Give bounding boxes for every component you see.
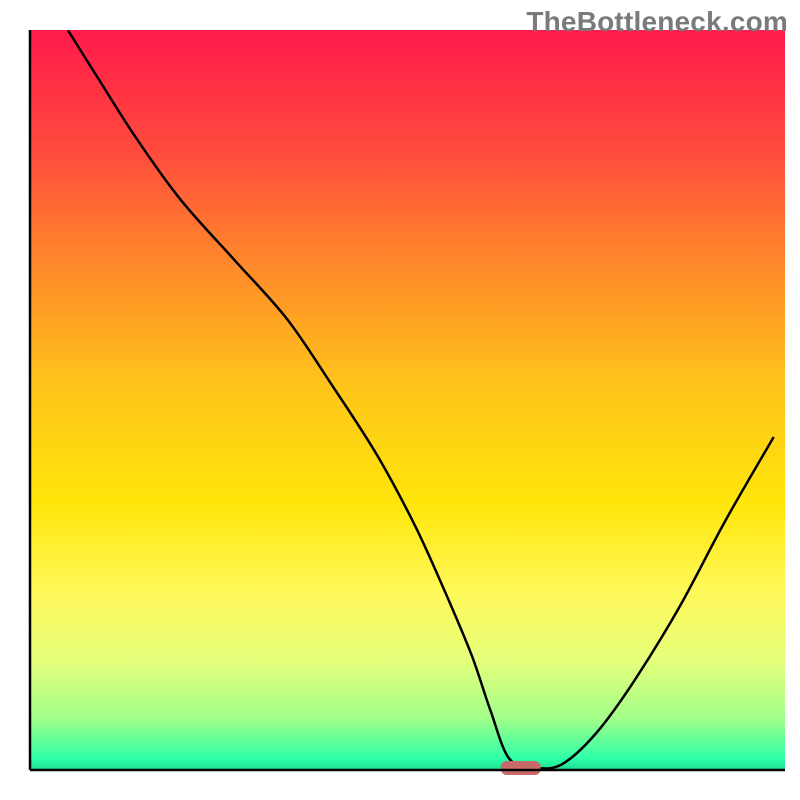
gradient-background (30, 30, 785, 770)
chart-svg (0, 0, 800, 800)
bottleneck-chart: TheBottleneck.com (0, 0, 800, 800)
optimal-point-marker (501, 761, 541, 775)
watermark-label: TheBottleneck.com (526, 6, 788, 38)
